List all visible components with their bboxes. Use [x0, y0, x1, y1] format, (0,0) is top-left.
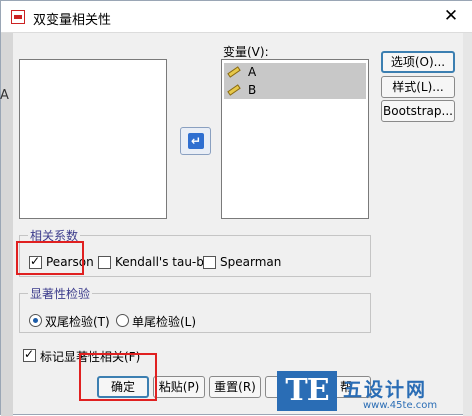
two-tailed-radio[interactable] [29, 314, 42, 327]
title-bar: 双变量相关性 ✕ [1, 1, 472, 33]
source-variable-list[interactable] [19, 59, 167, 219]
pearson-highlight-box [16, 241, 84, 275]
two-tailed-label[interactable]: 双尾检验(T) [45, 313, 110, 330]
ruler-icon [227, 66, 241, 78]
reset-button[interactable]: 重置(R) [209, 376, 261, 398]
close-icon[interactable]: ✕ [439, 6, 463, 26]
watermark-logo: TE [277, 371, 337, 411]
bootstrap-button[interactable]: Bootstrap... [381, 100, 455, 122]
dialog-title: 双变量相关性 [33, 13, 112, 28]
options-button[interactable]: 选项(O)... [381, 51, 455, 73]
spearman-checkbox[interactable] [203, 256, 216, 269]
app-icon [11, 10, 25, 24]
spearman-label[interactable]: Spearman [220, 255, 281, 269]
significance-test-legend: 显著性检验 [30, 287, 91, 301]
watermark-url: www.45te.com [363, 400, 438, 411]
paste-button[interactable]: 粘贴(P) [153, 376, 205, 398]
background-edge-left: A [0, 33, 13, 416]
bivariate-correlations-dialog: 双变量相关性 ✕ A 变量(V): A B ↵ 选项(O)... 样式(L)..… [0, 0, 472, 416]
style-button[interactable]: 样式(L)... [381, 76, 455, 98]
variable-label: B [248, 83, 257, 97]
kendall-checkbox[interactable] [98, 256, 111, 269]
ruler-icon [227, 84, 241, 96]
flag-significant-checkbox[interactable] [23, 347, 36, 362]
background-edge-right [463, 33, 472, 416]
background-column-letter: A [0, 88, 9, 103]
watermark: TE 五设计网 www.45te.com [277, 371, 472, 416]
variables-list[interactable]: A B [221, 59, 369, 219]
one-tailed-label[interactable]: 单尾检验(L) [132, 313, 196, 330]
one-tailed-radio[interactable] [116, 314, 129, 327]
variable-label: A [248, 65, 257, 79]
variables-label: 变量(V): [223, 45, 269, 59]
move-variable-button[interactable]: ↵ [180, 127, 211, 155]
watermark-text: 五设计网 [343, 379, 428, 401]
variable-item-a[interactable]: A [224, 63, 366, 81]
ok-highlight-box [79, 353, 157, 401]
move-arrow-icon: ↵ [188, 133, 204, 149]
kendall-label[interactable]: Kendall's tau-b [115, 255, 204, 269]
variable-item-b[interactable]: B [224, 81, 366, 99]
